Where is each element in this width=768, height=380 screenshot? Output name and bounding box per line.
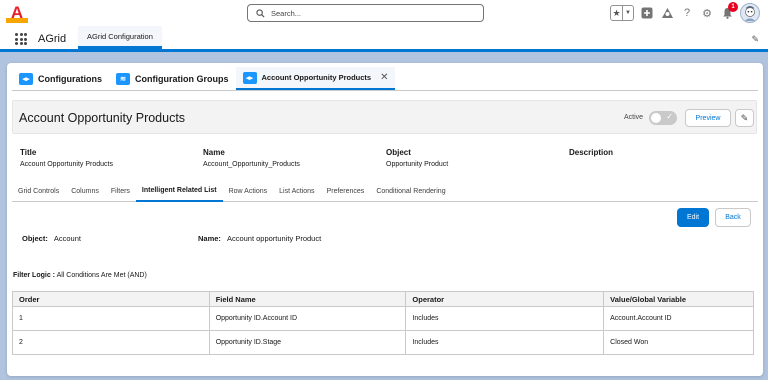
- name-label: Name:: [198, 234, 221, 243]
- column-header: Value/Global Variable: [603, 291, 754, 307]
- notification-badge: 1: [728, 2, 738, 12]
- filter-conditions-table: Order Field Name Operator Value/Global V…: [12, 291, 754, 355]
- field-label: Description: [569, 148, 614, 157]
- app-name: AGrid: [38, 33, 67, 45]
- toggle-knob: [651, 113, 661, 123]
- filter-logic: Filter Logic : All Conditions Are Met (A…: [13, 272, 147, 279]
- tab-columns[interactable]: Columns: [65, 180, 105, 202]
- table-cell: Closed Won: [603, 330, 754, 355]
- search-placeholder: Search...: [271, 8, 302, 18]
- column-header: Field Name: [208, 291, 407, 307]
- active-toggle[interactable]: ✓: [649, 111, 677, 125]
- tab-filters[interactable]: Filters: [105, 180, 136, 202]
- table-cell: Includes: [405, 306, 605, 331]
- tab-account-opportunity-products[interactable]: ◂▸ Account Opportunity Products ✕: [235, 67, 396, 90]
- table-cell: 2: [12, 330, 210, 355]
- column-header: Operator: [405, 291, 605, 307]
- check-icon: ✓: [666, 112, 673, 121]
- edit-button[interactable]: Edit: [677, 208, 709, 227]
- favorites-group: ★ ▼: [610, 5, 634, 21]
- filter-logic-label: Filter Logic :: [13, 272, 55, 279]
- table-row: 2 Opportunity ID.Stage Includes Closed W…: [12, 330, 754, 355]
- setup-gear-icon[interactable]: ⚙: [700, 6, 714, 20]
- tab-list-actions[interactable]: List Actions: [273, 180, 320, 202]
- table-cell: Opportunity ID.Account ID: [208, 306, 407, 331]
- detail-object: Object: Account: [22, 234, 81, 243]
- workspace-tabs: ◂▸ Configurations ≋ Configuration Groups…: [12, 67, 758, 91]
- configurations-icon: ◂▸: [242, 71, 257, 84]
- active-label: Active: [624, 114, 644, 121]
- back-button[interactable]: Back: [715, 208, 751, 227]
- field-object: Object Opportunity Product: [386, 148, 448, 168]
- global-header: A Search... ★ ▼ ? ⚙ 1: [0, 0, 768, 26]
- nav-tab-agrid-configuration[interactable]: AGrid Configuration: [78, 26, 162, 49]
- favorites-dropdown-icon[interactable]: ▼: [622, 6, 633, 20]
- close-tab-icon[interactable]: ✕: [380, 72, 388, 83]
- tab-configuration-groups[interactable]: ≋ Configuration Groups: [109, 67, 236, 90]
- table-cell: Includes: [405, 330, 605, 355]
- filter-logic-value: All Conditions Are Met (AND): [56, 272, 147, 279]
- help-icon[interactable]: ?: [680, 6, 694, 20]
- field-label: Object: [386, 148, 411, 157]
- record-header: Account Opportunity Products Active ✓ Pr…: [12, 100, 757, 134]
- field-label: Name: [203, 148, 225, 157]
- detail-name: Name: Account opportunity Product: [198, 234, 321, 243]
- logo-letter: A: [11, 3, 23, 22]
- field-description: Description: [569, 148, 613, 161]
- tab-configurations[interactable]: ◂▸ Configurations: [12, 67, 109, 90]
- table-header-row: Order Field Name Operator Value/Global V…: [12, 291, 754, 307]
- field-title: Title Account Opportunity Products: [20, 148, 113, 168]
- table-cell: 1: [12, 306, 210, 331]
- edit-nav-pencil-icon[interactable]: ✎: [751, 34, 759, 45]
- configurations-icon: ◂▸: [19, 72, 33, 85]
- record-fields: Title Account Opportunity Products Name …: [20, 148, 760, 174]
- table-row: 1 Opportunity ID.Account ID Includes Acc…: [12, 306, 754, 331]
- tab-grid-controls[interactable]: Grid Controls: [12, 180, 65, 202]
- app-launcher-icon[interactable]: [15, 33, 27, 45]
- search-icon: [256, 8, 265, 18]
- column-header: Order: [12, 291, 210, 307]
- object-value: Account: [53, 234, 81, 243]
- tab-intelligent-related-list[interactable]: Intelligent Related List: [135, 180, 223, 202]
- field-name: Name Account_Opportunity_Products: [203, 148, 300, 168]
- edit-pencil-icon[interactable]: ✎: [735, 109, 754, 127]
- tab-label: Configuration Groups: [135, 73, 229, 84]
- app-navigation-bar: AGrid AGrid Configuration ✎: [0, 26, 768, 52]
- global-actions-icon[interactable]: [640, 6, 654, 20]
- record-title: Account Opportunity Products: [19, 111, 186, 125]
- field-value: Account_Opportunity_Products: [203, 161, 300, 168]
- user-avatar[interactable]: [740, 3, 760, 23]
- tab-label: Account Opportunity Products: [261, 73, 372, 82]
- favorite-star-icon[interactable]: ★: [611, 6, 622, 20]
- notifications-bell-icon[interactable]: 1: [720, 2, 738, 20]
- table-cell: Opportunity ID.Stage: [208, 330, 407, 355]
- field-label: Title: [20, 148, 37, 157]
- tab-label: Configurations: [38, 73, 102, 84]
- tab-row-actions[interactable]: Row Actions: [223, 180, 274, 202]
- configuration-tabs: Grid Controls Columns Filters Intelligen…: [12, 180, 758, 202]
- tab-conditional-rendering[interactable]: Conditional Rendering: [370, 180, 451, 202]
- preview-button[interactable]: Preview: [685, 109, 731, 127]
- trailhead-icon[interactable]: [660, 6, 674, 20]
- field-value: Opportunity Product: [386, 161, 449, 168]
- header-utility-icons: ★ ▼ ? ⚙ 1: [610, 2, 760, 23]
- table-cell: Account.Account ID: [603, 306, 754, 331]
- app-logo-icon[interactable]: A: [6, 3, 28, 23]
- tab-preferences[interactable]: Preferences: [321, 180, 371, 202]
- field-value: Account Opportunity Products: [20, 161, 113, 168]
- layers-icon: ≋: [116, 72, 130, 85]
- object-label: Object:: [22, 234, 48, 243]
- name-value: Account opportunity Product: [226, 234, 322, 243]
- global-search-input[interactable]: Search...: [247, 4, 484, 22]
- main-card: ◂▸ Configurations ≋ Configuration Groups…: [7, 63, 763, 376]
